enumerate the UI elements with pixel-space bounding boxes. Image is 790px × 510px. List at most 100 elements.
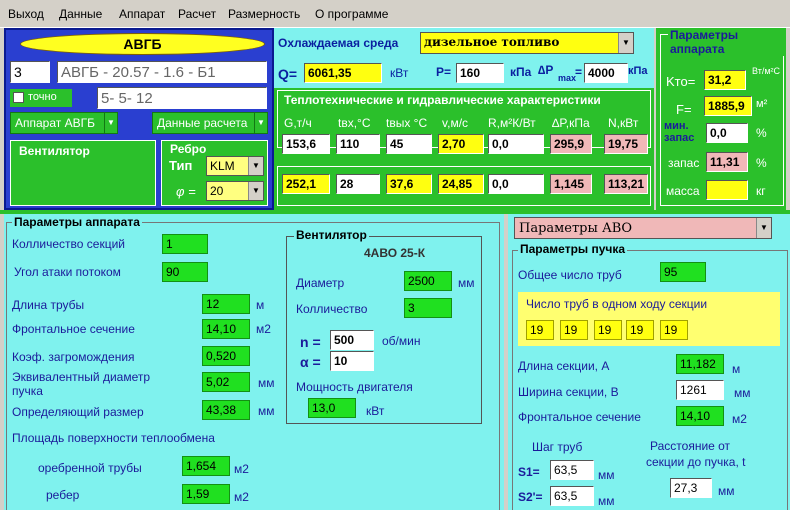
dp-eq: = [575,65,583,79]
exact-label: точно [28,91,57,103]
chevron-down-icon[interactable]: ▼ [248,182,263,200]
total-tubes-label: Общее число труб [518,268,622,282]
fan-alpha-field[interactable]: 10 [330,351,374,371]
avo-front-label: Фронтальное сечение [518,410,641,424]
thermo-v-2: 24,85 [438,174,484,194]
chevron-down-icon[interactable]: ▼ [104,113,117,133]
medium-combo[interactable]: дизельное топливо ▼ [420,32,634,54]
exact-checkbox[interactable] [13,92,24,103]
defsize-field: 43,38 [202,400,250,420]
code-field[interactable]: 5- 5- 12 [97,87,267,109]
chevron-down-icon[interactable]: ▼ [254,113,267,133]
thermo-n-2: 113,21 [604,174,648,194]
thermo-tout-1[interactable]: 45 [386,134,432,154]
chevron-down-icon[interactable]: ▼ [756,218,771,238]
eqd-label-2: пучка [12,384,43,398]
perpass-field-4: 19 [626,320,654,340]
perpass-field-1: 19 [526,320,554,340]
sections-field: 1 [162,234,208,254]
exact-checkbox-area[interactable]: точно [10,89,72,107]
q-unit: кВт [390,66,409,80]
rib-type-combo[interactable]: KLM ▼ [206,156,264,176]
surface-label: Площадь поверхности теплообмена [12,431,215,445]
fan-group-title: Вентилятор [19,144,90,158]
avo-combo[interactable]: Параметры АВО ▼ [514,217,772,239]
avo-combo-text: Параметры АВО [519,221,633,236]
apparatus-details-title: Параметры аппарата [12,215,142,229]
thermo-dp-1: 295,9 [550,134,592,154]
apparatus-model-field[interactable]: АВГБ - 20.57 - 1.6 - Б1 [57,61,267,83]
ribbed-unit: м2 [234,462,249,476]
ribs-unit: м2 [234,490,249,504]
apparatus-combo[interactable]: Аппарат АВГБ ▼ [10,112,118,134]
ribbed-field: 1,654 [182,456,230,476]
params-title: Параметры аппарата [668,28,786,56]
menu-exit[interactable]: Выход [8,7,44,21]
eqd-label-1: Эквивалентный диаметр [12,370,151,384]
apparatus-params-panel: Параметры аппарата Kто= 31,2 Вт/м²С F= 1… [656,28,786,210]
s2-field[interactable]: 63,5 [550,486,594,506]
s1-field[interactable]: 63,5 [550,460,594,480]
tube-length-field: 12 [202,294,250,314]
phi-value: 20 [210,184,224,198]
rib-type-value: KLM [210,159,235,173]
thermo-g-1[interactable]: 153,6 [282,134,330,154]
fan-n-field[interactable]: 500 [330,330,374,350]
thermo-tin-1[interactable]: 110 [336,134,380,154]
total-tubes-field: 95 [660,262,706,282]
rib-type-label: Тип [169,158,193,173]
k-field: 31,2 [704,70,746,90]
apparatus-selector-panel: АВГБ 3 АВГБ - 20.57 - 1.6 - Б1 точно 5- … [4,28,274,210]
thermo-r-2[interactable]: 0,0 [488,174,544,194]
thermo-head-g: G,т/ч [284,116,312,130]
chevron-down-icon[interactable]: ▼ [248,157,263,175]
dpmax-field[interactable]: 4000 [584,63,628,83]
thermo-head-n: N,кВт [608,116,639,130]
medium-label: Охлаждаемая среда [278,36,399,50]
phi-combo[interactable]: 20 ▼ [206,181,264,201]
sections-label: Колличество секций [12,237,125,251]
calc-combo-text: Данные расчета [157,116,248,130]
s1-label: S1= [518,465,540,479]
apparatus-number-field[interactable]: 3 [10,61,50,83]
chevron-down-icon[interactable]: ▼ [618,33,633,53]
ribs-field: 1,59 [182,484,230,504]
perpass-field-3: 19 [594,320,622,340]
menu-calc[interactable]: Расчет [178,7,216,21]
p-field[interactable]: 160 [456,63,504,83]
defsize-label: Определяющий размер [12,405,144,419]
fan-group-box: Вентилятор [10,140,156,206]
fan-diam-field: 2500 [404,271,452,291]
f-field: 1885,9 [704,96,752,116]
mass-label: масса [666,184,700,198]
minzap-field[interactable]: 0,0 [706,123,748,143]
fan-model: 4АВО 25-К [364,246,426,260]
f-label: F= [676,102,692,117]
fan-qty-field: 3 [404,298,452,318]
menu-dimension[interactable]: Размерность [228,7,300,21]
s2-label: S2'= [518,490,543,504]
calc-data-combo[interactable]: Данные расчета ▼ [152,112,268,134]
thermo-r-1[interactable]: 0,0 [488,134,544,154]
fan-n-label: n = [300,334,321,350]
thermo-head-v: v,м/с [442,116,469,130]
pitch-label: Шаг труб [532,440,583,454]
section-width-field[interactable]: 1261 [676,380,724,400]
front-section-field: 14,10 [202,319,250,339]
clutter-field: 0,520 [202,346,250,366]
zap-field: 11,31 [706,152,748,172]
rib-group-title: Ребро [170,142,207,156]
menu-apparatus[interactable]: Аппарат [119,7,165,21]
tube-length-label: Длина трубы [12,298,85,312]
zap-label: запас [668,156,700,170]
thermo-tin-2[interactable]: 28 [336,174,380,194]
fan-power-label: Мощность двигателя [296,380,413,394]
rib-group-box: Ребро Тип KLM ▼ φ = 20 ▼ [161,140,268,206]
thermo-tout-2: 37,6 [386,174,432,194]
medium-panel: Охлаждаемая среда дизельное топливо ▼ Q= … [274,28,654,88]
thermo-head-r: R,м²К/Вт [488,116,536,130]
q-field: 6061,35 [304,63,382,83]
menu-data[interactable]: Данные [59,7,102,21]
dist-field[interactable]: 27,3 [670,478,712,498]
menu-about[interactable]: О программе [315,7,388,21]
